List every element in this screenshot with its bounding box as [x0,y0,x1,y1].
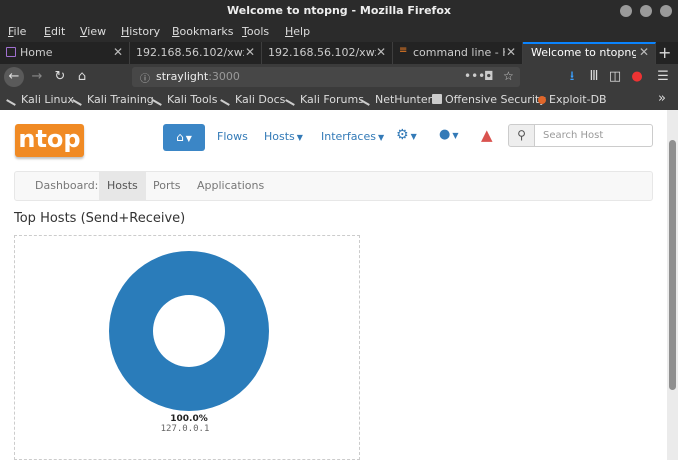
scrollbar-thumb[interactable] [669,140,676,390]
stackoverflow-icon: ≡ [399,45,408,56]
bookmark-nethunter[interactable]: NetHunter [360,92,432,106]
tab-label: Welcome to ntopng [531,46,636,59]
menu-help[interactable]: Help [285,25,310,38]
tab-welcome-ntopng[interactable]: Welcome to ntopng ✕ [523,42,656,64]
user-dropdown[interactable]: ● ▼ [439,127,459,142]
search-icon[interactable]: ⚲ [508,124,535,147]
tab-home[interactable]: Home ✕ [0,42,130,64]
tab-label: Home [20,46,53,59]
kali-dragon-icon [220,92,234,106]
kali-dragon-icon [152,92,166,106]
subnav-tab-hosts[interactable]: Hosts [99,172,146,200]
download-icon[interactable]: ⭳ [562,67,582,87]
kali-dragon-icon [72,92,86,106]
reload-button[interactable]: ↻ [50,67,70,87]
menu-bar: File Edit View History Bookmarks Tools H… [0,22,678,42]
home-icon[interactable]: ⌂ [72,67,92,87]
tab-bar: Home ✕ 192.168.56.102/xwx.ht ✕ 192.168.5… [0,42,678,64]
library-icon[interactable]: Ⅲ [584,67,604,87]
tab-xwx-1[interactable]: 192.168.56.102/xwx.ht ✕ [130,42,262,64]
tab-label: 192.168.56.102/xwx.ht [268,46,376,59]
home-dropdown-button[interactable]: ⌂ ▼ [163,124,205,151]
page-icon [6,47,16,57]
caret-down-icon: ▼ [410,132,417,141]
settings-dropdown[interactable]: ⚙ ▼ [396,127,417,143]
tab-xwx-2[interactable]: 192.168.56.102/xwx.ht ✕ [262,42,393,64]
subnav-tab-applications[interactable]: Applications [197,179,264,192]
slice-host-label: 127.0.0.1 [161,424,210,434]
new-tab-button[interactable]: + [658,43,671,62]
menu-file[interactable]: File [8,25,26,38]
home-icon: ⌂ [176,130,184,144]
bookmark-offensive-security[interactable]: Offensive Security [432,93,546,106]
page-actions-icon[interactable]: ••• [464,69,485,83]
kali-dragon-icon [360,92,374,106]
kali-dragon-icon [6,92,20,106]
caret-down-icon: ▼ [452,131,459,140]
menu-edit[interactable]: Edit [44,25,65,38]
menu-view[interactable]: View [80,25,106,38]
pocket-icon[interactable]: ◘ [484,69,494,83]
kali-dragon-icon [285,92,299,106]
close-tab-icon[interactable]: ✕ [506,45,516,59]
donut-chart-svg: 100.0%127.0.0.1 [108,250,269,434]
forward-button[interactable]: → [27,67,47,87]
close-tab-icon[interactable]: ✕ [376,45,386,59]
nav-hosts[interactable]: Hosts ▼ [264,130,303,143]
ntop-logo[interactable]: ntop [15,124,84,157]
sidebar-icon[interactable]: ◫ [605,67,625,87]
close-tab-icon[interactable]: ✕ [113,45,123,59]
bookmark-exploit-db[interactable]: Exploit-DB [538,93,607,106]
nav-flows[interactable]: Flows [217,130,248,143]
navigation-toolbar: ← → ↻ ⌂ ⓘ straylight:3000 ••• ◘ ☆ ⭳ Ⅲ ◫ … [0,64,678,90]
caret-down-icon: ▼ [185,134,192,143]
bookmark-kali-forums[interactable]: Kali Forums [285,92,364,106]
donut-slice[interactable] [108,250,269,412]
url-bar[interactable]: ⓘ straylight:3000 ••• ◘ ☆ [132,67,520,87]
top-hosts-chart: 100.0% 127.0.0.1 [14,235,360,460]
dashboard-subnav: Dashboard: Hosts Ports Applications [14,171,653,201]
bookmark-kali-docs[interactable]: Kali Docs [220,92,285,106]
minimize-button[interactable] [620,5,632,17]
more-bookmarks-icon[interactable]: » [658,91,666,106]
menu-tools[interactable]: Tools [242,25,269,38]
menu-history[interactable]: History [121,25,160,38]
gear-icon: ⚙ [396,127,409,143]
offsec-icon [432,94,442,104]
dashboard-label: Dashboard: [35,179,99,192]
extension-icon[interactable]: ● [627,67,647,87]
url-text: straylight:3000 [156,70,240,83]
back-button[interactable]: ← [4,67,24,87]
alert-warning-icon[interactable]: ▲ [481,126,493,144]
page-content: ntop ⌂ ▼ Flows Hosts ▼ Interfaces ▼ ⚙ ▼ ● ▼ ▲… [0,110,667,460]
window-title: Welcome to ntopng - Mozilla Firefox [227,4,451,17]
tab-command-line[interactable]: ≡ command line - Ho ✕ [393,42,523,64]
bookmark-kali-linux[interactable]: Kali Linux [6,92,74,106]
slice-percent-label: 100.0% [170,414,208,424]
tab-label: 192.168.56.102/xwx.ht [136,46,244,59]
bookmarks-toolbar: Kali Linux Kali Training Kali Tools Kali… [0,90,678,110]
user-icon: ● [439,127,451,142]
search-host-box: ⚲ [508,124,653,147]
hamburger-menu-icon[interactable]: ☰ [653,67,673,87]
close-tab-icon[interactable]: ✕ [639,45,649,59]
bookmark-kali-training[interactable]: Kali Training [72,92,154,106]
caret-down-icon: ▼ [296,133,303,142]
maximize-button[interactable] [640,5,652,17]
page-scrollbar[interactable] [667,110,678,460]
close-window-button[interactable] [660,5,672,17]
top-hosts-title: Top Hosts (Send+Receive) [14,211,186,226]
nav-interfaces[interactable]: Interfaces ▼ [321,130,384,143]
exploit-db-icon [538,96,546,104]
info-icon[interactable]: ⓘ [140,70,150,85]
close-tab-icon[interactable]: ✕ [245,45,255,59]
tab-label: command line - Ho [413,46,505,59]
subnav-tab-ports[interactable]: Ports [153,179,181,192]
menu-bookmarks[interactable]: Bookmarks [172,25,233,38]
window-titlebar: Welcome to ntopng - Mozilla Firefox [0,0,678,22]
bookmark-kali-tools[interactable]: Kali Tools [152,92,217,106]
caret-down-icon: ▼ [377,133,385,142]
bookmark-star-icon[interactable]: ☆ [503,69,514,83]
search-host-input[interactable] [534,124,653,147]
